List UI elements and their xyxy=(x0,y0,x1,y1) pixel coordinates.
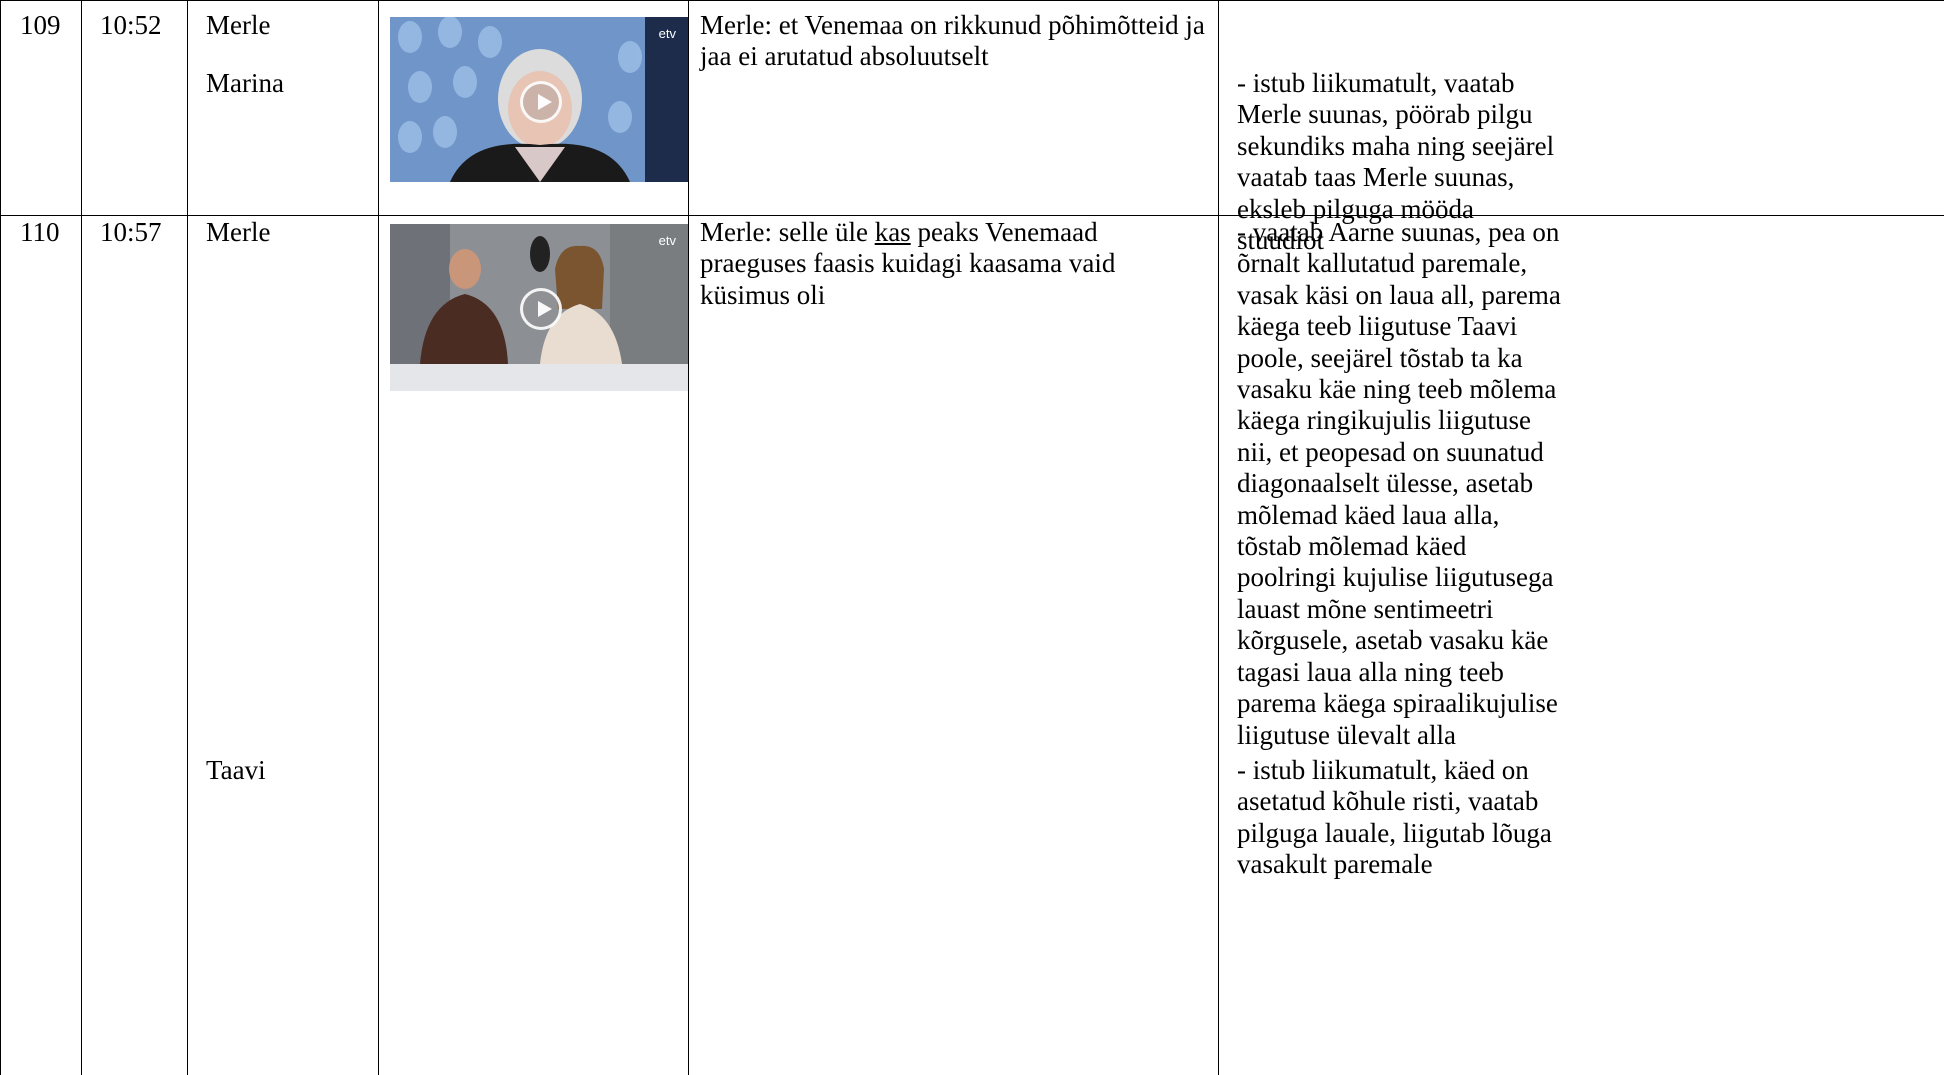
col-border-1 xyxy=(81,0,82,1075)
behavior-notes: - istub liikumatult, käed on asetatud kõ… xyxy=(1237,755,1559,880)
underlined-word: kas xyxy=(874,217,911,247)
video-thumbnail[interactable]: etv xyxy=(390,17,688,182)
speaker-name: Merle xyxy=(206,10,271,40)
row-divider xyxy=(0,215,1944,216)
timestamp: 10:57 xyxy=(100,217,162,247)
col-border-left xyxy=(0,0,1,1075)
video-thumbnail[interactable]: etv xyxy=(390,224,688,391)
channel-logo: etv xyxy=(658,26,676,41)
col-border-5 xyxy=(1218,0,1219,1075)
row-number: 109 xyxy=(20,10,61,40)
behavior-notes: - vaatab Aarne suunas, pea on õrnalt kal… xyxy=(1237,217,1568,750)
table-top-border xyxy=(0,0,1944,1)
speaker-name: Marina xyxy=(206,68,284,98)
timestamp: 10:52 xyxy=(100,10,162,40)
col-border-4 xyxy=(688,0,689,1075)
transcript-text-start: Merle: selle üle xyxy=(700,217,875,247)
play-icon[interactable] xyxy=(520,288,562,330)
speaker-name: Merle xyxy=(206,217,271,247)
transcript-text: Merle: et Venemaa on rikkunud põhimõttei… xyxy=(700,10,1212,72)
channel-logo: etv xyxy=(658,233,676,248)
row-number: 110 xyxy=(20,217,60,247)
speaker-name: Taavi xyxy=(206,755,266,785)
col-border-2 xyxy=(187,0,188,1075)
play-icon[interactable] xyxy=(520,81,562,123)
transcript-text: Merle: selle üle kas peaks Venemaad prae… xyxy=(700,217,1205,311)
col-border-3 xyxy=(378,0,379,1075)
